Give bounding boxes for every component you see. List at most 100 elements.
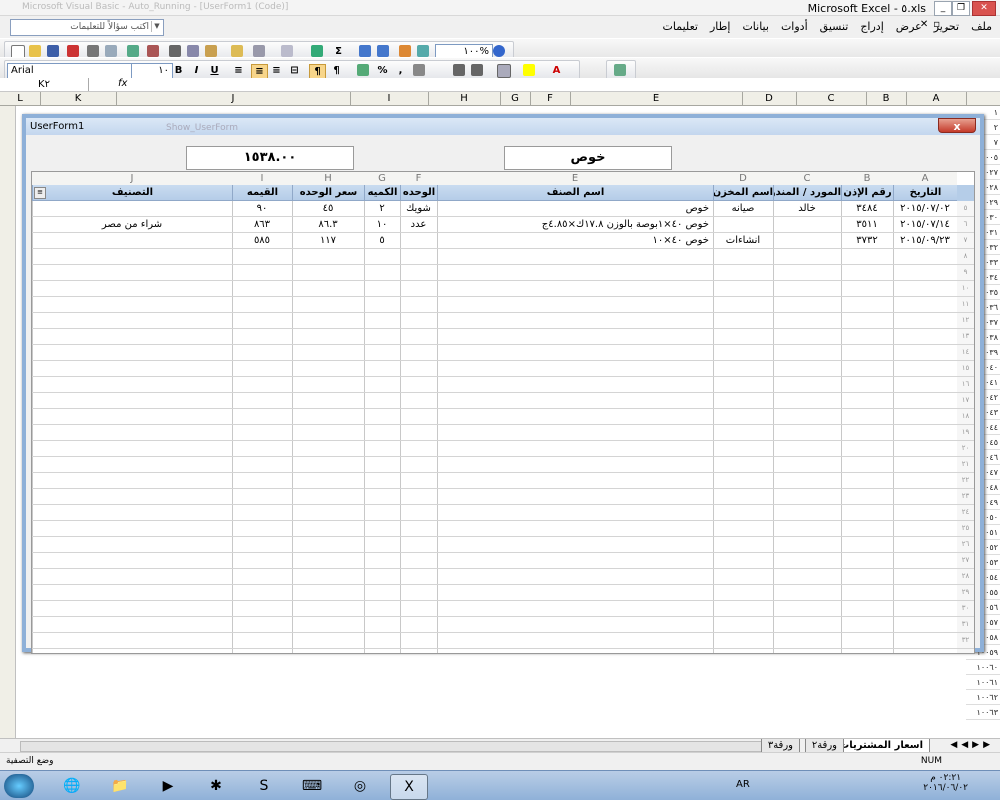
drawing-icon[interactable] <box>417 45 429 57</box>
sheet-nav-arrows-icon[interactable]: ◀◀▶▶ <box>950 740 994 750</box>
merge-center-icon[interactable]: ⊟ <box>287 64 302 77</box>
sheet-column-header[interactable]: J <box>116 92 351 106</box>
grid-cell[interactable]: شراء من مصر <box>32 217 232 232</box>
sheet-column-header[interactable]: C <box>796 92 867 106</box>
grid-cell[interactable] <box>773 217 841 232</box>
menu-data[interactable]: بيانات <box>742 20 769 33</box>
menu-help[interactable]: تعليمات <box>663 20 698 33</box>
grid-cell[interactable] <box>400 233 437 248</box>
cut-icon[interactable] <box>169 45 181 57</box>
print-icon[interactable] <box>87 45 99 57</box>
print-preview-icon[interactable] <box>105 45 117 57</box>
fill-color-icon[interactable] <box>523 64 535 76</box>
grid-cell[interactable]: ٤٥ <box>292 201 364 216</box>
sort-descending-icon[interactable] <box>377 45 389 57</box>
grid-cell[interactable]: ٩٠ <box>232 201 292 216</box>
sheet-tab-purchase-prices[interactable]: اسعار المشتريات <box>832 739 930 753</box>
menu-tools[interactable]: أدوات <box>781 20 808 33</box>
menu-view[interactable]: عرض <box>896 20 922 33</box>
menu-edit[interactable]: تحرير <box>934 20 959 33</box>
undo-icon[interactable] <box>253 45 265 57</box>
underline-button[interactable]: U <box>207 64 222 77</box>
menu-file[interactable]: ملف <box>971 20 992 33</box>
sheet-column-header[interactable]: I <box>350 92 429 106</box>
borders-icon[interactable] <box>497 64 511 78</box>
sheet-tab-3[interactable]: ورقة٣ <box>760 739 800 753</box>
grid-cell[interactable]: ٢٠١٥/٠٩/٢٣ <box>893 233 957 248</box>
grid-cell[interactable]: ٨٦.٣ <box>292 217 364 232</box>
sort-ascending-icon[interactable] <box>359 45 371 57</box>
align-center-icon[interactable]: ≡ <box>251 64 268 79</box>
sheet-column-header[interactable]: L <box>0 92 41 106</box>
zoom-tool-icon[interactable] <box>614 64 626 76</box>
skype-icon[interactable]: S <box>246 774 282 798</box>
sheet-row-number[interactable]: ١٠٠٦١ <box>966 678 1000 690</box>
menu-insert[interactable]: إدراج <box>860 20 883 33</box>
grid-cell[interactable] <box>32 233 232 248</box>
grid-cell[interactable]: صيانه <box>713 201 773 216</box>
chart-wizard-icon[interactable] <box>399 45 411 57</box>
grid-column-header[interactable]: سعر الوحده <box>292 185 364 201</box>
sheet-column-header[interactable]: A <box>906 92 967 106</box>
grid-cell[interactable]: ٣٧٣٢ <box>841 233 893 248</box>
grid-corner-cell[interactable] <box>957 185 974 201</box>
sheet-tab-2[interactable]: ورقة٢ <box>804 739 844 753</box>
grid-cell[interactable]: ٢٠١٥/٠٧/١٤ <box>893 217 957 232</box>
total-value-field[interactable]: ١٥٣٨.٠٠ <box>186 146 354 170</box>
grid-column-header[interactable]: الوحده <box>400 185 437 201</box>
chevron-down-icon[interactable]: ▼ <box>151 21 162 32</box>
font-name-select[interactable]: Arial <box>7 63 133 79</box>
grid-column-header[interactable]: اسم المخزن <box>713 185 773 201</box>
browser-icon[interactable]: ◎ <box>342 774 378 798</box>
grid-column-header[interactable]: القيمه <box>232 185 292 201</box>
copy-icon[interactable] <box>187 45 199 57</box>
sheet-column-header[interactable]: H <box>428 92 501 106</box>
help-icon[interactable] <box>493 45 505 57</box>
grid-cell[interactable]: ٥ <box>364 233 400 248</box>
grid-cell[interactable]: ٥٨٥ <box>232 233 292 248</box>
close-icon[interactable]: ✕ <box>972 1 996 16</box>
grid-cell[interactable]: ١١٧ <box>292 233 364 248</box>
research-icon[interactable] <box>147 45 159 57</box>
grid-cell[interactable]: شويك <box>400 201 437 216</box>
sheet-row-number[interactable]: ١٠٠٦٣ <box>966 708 1000 720</box>
grid-menu-icon[interactable]: ≡ <box>34 187 46 199</box>
grid-cell[interactable] <box>713 217 773 232</box>
paste-icon[interactable] <box>205 45 217 57</box>
folder-icon[interactable]: 📁 <box>102 774 138 798</box>
sheet-column-header[interactable]: G <box>500 92 531 106</box>
sheet-row-number[interactable]: ١٠٠٦٠ <box>966 663 1000 675</box>
grid-column-header[interactable]: المورد / المندوب <box>773 185 841 201</box>
function-icon[interactable]: fx <box>118 78 127 89</box>
grid-cell[interactable]: ٢ <box>364 201 400 216</box>
grid-cell[interactable]: انشاءات <box>713 233 773 248</box>
grid-column-header[interactable]: اسم الصنف <box>437 185 713 201</box>
permission-icon[interactable] <box>67 45 79 57</box>
italic-button[interactable]: I <box>189 64 204 77</box>
open-folder-icon[interactable] <box>29 45 41 57</box>
sheet-column-header[interactable]: B <box>866 92 907 106</box>
sheet-column-header[interactable]: E <box>570 92 743 106</box>
ask-question-box[interactable]: اكتب سؤالاً للتعليمات ▼ <box>10 19 164 36</box>
decrease-indent-icon[interactable] <box>453 64 465 76</box>
grid-cell[interactable]: ٢٠١٥/٠٧/٠٢ <box>893 201 957 216</box>
grid-cell[interactable]: ٨٦٣ <box>232 217 292 232</box>
internet-explorer-icon[interactable]: 🌐 <box>54 774 90 798</box>
align-left-icon[interactable]: ≡ <box>231 64 246 77</box>
name-box[interactable]: K٢ <box>0 78 89 91</box>
menu-format[interactable]: تنسيق <box>820 20 849 33</box>
grid-column-header[interactable]: رقم الإذن <box>841 185 893 201</box>
comma-button[interactable]: , <box>393 64 408 77</box>
sheet-column-header[interactable]: D <box>742 92 797 106</box>
menu-window[interactable]: إطار <box>710 20 730 33</box>
media-player-icon[interactable]: ▶ <box>150 774 186 798</box>
language-indicator[interactable]: AR <box>736 779 750 790</box>
percent-button[interactable]: % <box>375 64 390 77</box>
hyperlink-icon[interactable] <box>311 45 323 57</box>
grid-column-header[interactable]: التصنيف <box>32 185 232 201</box>
currency-icon[interactable] <box>357 64 369 76</box>
sheet-row-number[interactable]: ١٠٠٦٢ <box>966 693 1000 705</box>
align-right-icon[interactable]: ≡ <box>269 64 284 77</box>
keyboard-icon[interactable]: ⌨ <box>294 774 330 798</box>
save-icon[interactable] <box>47 45 59 57</box>
